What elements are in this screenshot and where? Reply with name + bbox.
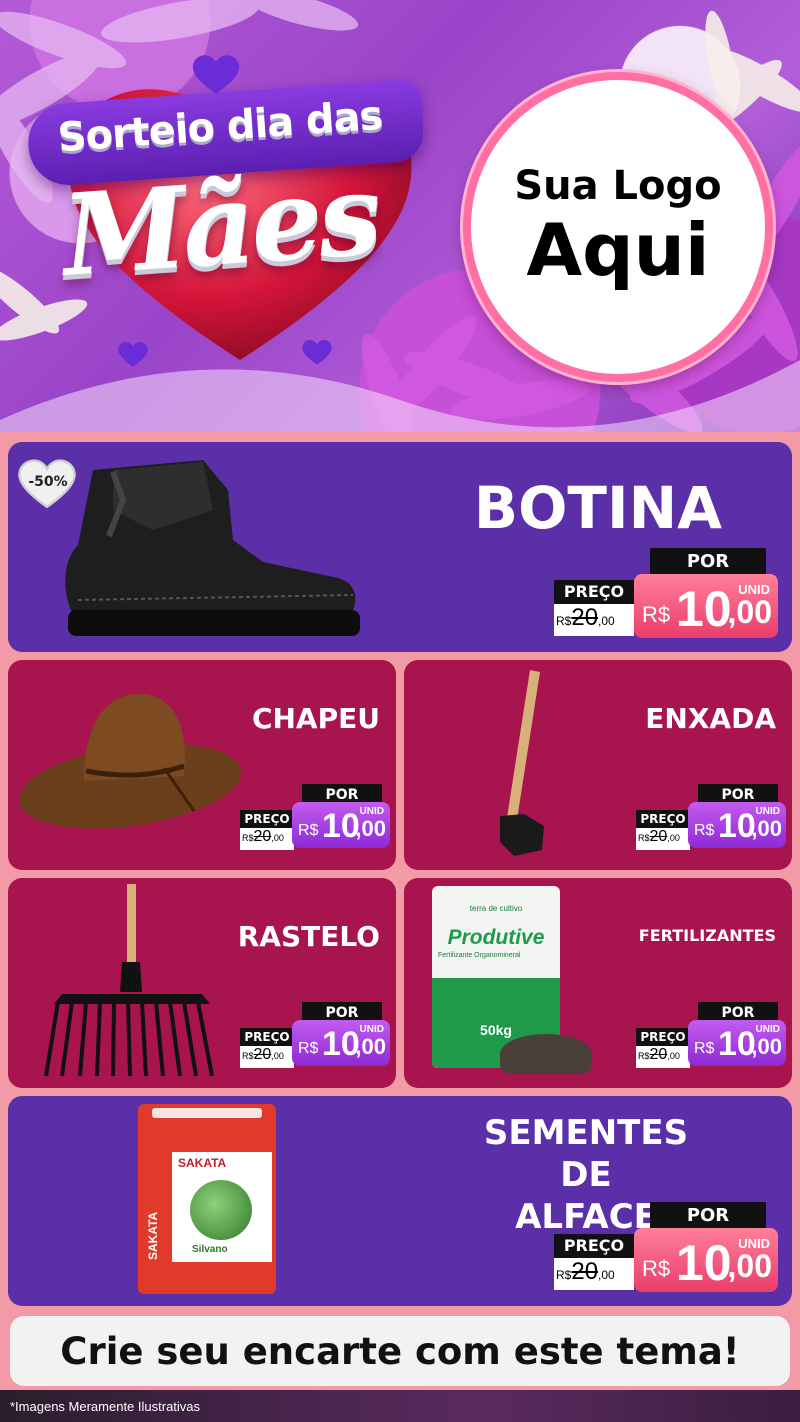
logo-placeholder[interactable]: Sua Logo Aqui [463,72,773,382]
old-price-value: R$20,00 [556,604,615,631]
disclaimer-text: *Imagens Meramente Ilustrativas [10,1399,201,1414]
purple-heart-icon [118,342,148,367]
old-price-label: PREÇO [636,810,690,828]
new-price-box: UNID R$ 10 ,00 [688,1020,786,1066]
product-card-botina[interactable]: BOTINA PREÇO R$20,00 POR UNID R$ 10 ,00 [8,442,792,652]
product-card-fertilizantes[interactable]: terra de cultivo Produtive Fertilizante … [404,878,792,1088]
new-price-box: UNID R$ 10 ,00 [292,802,390,848]
product-name: FERTILIZANTES [638,926,776,945]
soil-pile-image [500,1034,592,1074]
old-price-value: R$20,00 [638,1046,680,1063]
new-price-box: UNID R$ 10 ,00 [634,574,778,638]
hat-image [18,694,242,829]
old-price-value: R$20,00 [556,1258,615,1285]
new-price-box: UNID R$ 10 ,00 [634,1228,778,1292]
old-price-value: R$20,00 [638,828,680,845]
discount-badge: -50% [28,474,68,490]
logo-line1: Sua Logo [514,163,722,209]
price-tag: PREÇO R$20,00 POR UNID R$ 10 ,00 [554,1202,778,1294]
old-price-label: PREÇO [240,810,294,828]
price-tag: PREÇO R$20,00 POR UNID R$ 10 ,00 [636,1002,788,1068]
price-tag: PREÇO R$20,00 POR UNID R$ 10 ,00 [554,548,778,640]
seed-packet-image: SAKATA SAKATA Silvano [138,1104,276,1294]
logo-line2: Aqui [526,208,710,292]
por-label: POR [650,548,766,576]
boot-image [65,460,360,636]
old-price-value: R$20,00 [242,828,284,845]
hoe-image [500,670,544,856]
por-label: POR [650,1202,766,1230]
old-price-label: PREÇO [636,1028,690,1046]
product-name: ENXADA [645,702,776,735]
product-name: CHAPEU [251,702,380,735]
new-price-box: UNID R$ 10 ,00 [292,1020,390,1066]
price-tag: PREÇO R$20,00 POR UNID R$ 10 ,00 [240,784,392,850]
product-name: RASTELO [237,920,380,953]
price-tag: PREÇO R$20,00 POR UNID R$ 10 ,00 [240,1002,392,1068]
new-price-box: UNID R$ 10 ,00 [688,802,786,848]
product-name: BOTINA [473,474,722,542]
purple-heart-icon [192,55,240,94]
purple-heart-icon [302,340,332,365]
cta-banner[interactable]: Crie seu encarte com este tema! [10,1316,790,1386]
old-price-label: PREÇO [240,1028,294,1046]
old-price-label: PREÇO [554,1234,634,1258]
product-card-sementes[interactable]: SAKATA SAKATA Silvano SEMENTES DE ALFACE… [8,1096,792,1306]
product-card-rastelo[interactable]: RASTELO PREÇO R$20,00 POR UNID R$ 10 ,00 [8,878,396,1088]
old-price-label: PREÇO [554,580,634,604]
rake-image [44,884,214,1077]
product-card-chapeu[interactable]: CHAPEU PREÇO R$20,00 POR UNID R$ 10 ,00 [8,660,396,870]
old-price-value: R$20,00 [242,1046,284,1063]
header-banner: Sorteio dia das Mães Sua Logo Aqui [0,0,800,432]
title-line2: Mães [58,149,382,302]
price-tag: PREÇO R$20,00 POR UNID R$ 10 ,00 [636,784,788,850]
product-card-enxada[interactable]: ENXADA PREÇO R$20,00 POR UNID R$ 10 ,00 [404,660,792,870]
